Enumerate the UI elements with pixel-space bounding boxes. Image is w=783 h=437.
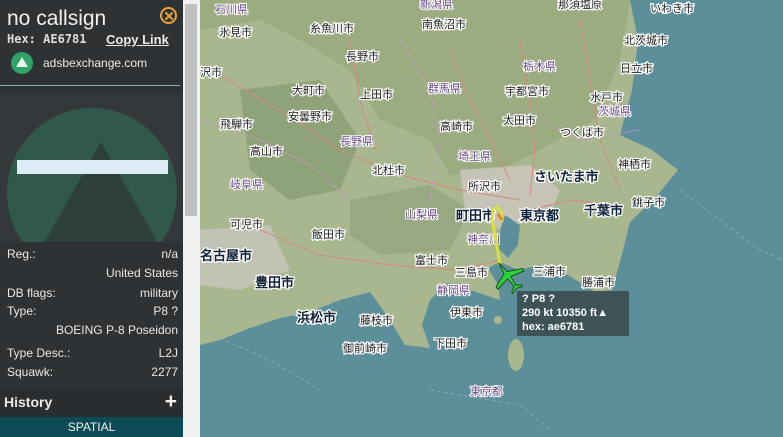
- svg-text:可児市: 可児市: [230, 217, 263, 231]
- svg-text:宇都宮市: 宇都宮市: [505, 84, 549, 98]
- svg-text:高山市: 高山市: [250, 144, 283, 158]
- plane-silhouette-icon: [39, 142, 163, 242]
- type-desc-label: Type Desc.:: [7, 346, 71, 360]
- reg-label: Reg.:: [7, 247, 36, 261]
- callsign-title: no callsign: [7, 7, 107, 30]
- svg-text:高崎市: 高崎市: [440, 119, 473, 133]
- svg-text:下田市: 下田市: [434, 336, 467, 350]
- photo-overlay-bar: [17, 160, 168, 174]
- svg-text:銚子市: 銚子市: [632, 195, 665, 209]
- svg-text:豊田市: 豊田市: [255, 275, 294, 291]
- svg-text:上田市: 上田市: [360, 87, 393, 101]
- squawk-value: 2277: [151, 365, 178, 379]
- svg-text:新潟県: 新潟県: [420, 0, 453, 11]
- country-value: United States: [105, 266, 178, 280]
- svg-text:北茨城市: 北茨城市: [624, 33, 668, 47]
- aircraft-label-speed-alt: 290 kt 10350 ft▲: [522, 307, 609, 319]
- model-row: BOEING P-8 Poseidon: [0, 323, 183, 341]
- svg-text:沢市: 沢市: [200, 65, 222, 79]
- svg-text:御前崎市: 御前崎市: [343, 341, 387, 355]
- svg-text:氷見市: 氷見市: [219, 25, 252, 39]
- svg-text:千葉市: 千葉市: [584, 203, 623, 219]
- svg-text:北杜市: 北杜市: [372, 163, 405, 177]
- svg-text:那須塩原: 那須塩原: [558, 0, 602, 11]
- svg-text:石川県: 石川県: [215, 3, 248, 16]
- aircraft-photo-placeholder: [0, 94, 183, 242]
- squawk-label: Squawk:: [7, 365, 54, 379]
- svg-text:三浦市: 三浦市: [533, 264, 566, 278]
- model-value: BOEING P-8 Poseidon: [55, 323, 178, 337]
- svg-text:茨城県: 茨城県: [598, 104, 631, 118]
- aircraft-map-label[interactable]: ? P8 ? 290 kt 10350 ft▲ hex: ae6781: [517, 291, 629, 336]
- history-section-header[interactable]: History +: [0, 389, 183, 417]
- svg-text:町田市: 町田市: [456, 208, 495, 224]
- db-flags-value: military: [140, 286, 178, 300]
- svg-text:長野市: 長野市: [346, 49, 379, 63]
- svg-text:つくば市: つくば市: [560, 125, 604, 139]
- svg-text:さいたま市: さいたま市: [534, 169, 599, 185]
- db-flags-label: DB flags:: [7, 286, 56, 300]
- svg-text:太田市: 太田市: [503, 113, 536, 127]
- type-label: Type:: [7, 304, 37, 318]
- type-value: P8 ?: [153, 304, 178, 318]
- reg-value: n/a: [161, 247, 178, 261]
- tab-spatial[interactable]: SPATIAL: [0, 417, 183, 437]
- type-desc-value: L2J: [158, 346, 178, 360]
- svg-text:名古屋市: 名古屋市: [200, 248, 252, 264]
- aircraft-label-type: ? P8 ?: [522, 293, 556, 305]
- svg-text:長野県: 長野県: [340, 135, 373, 148]
- svg-text:東京都: 東京都: [520, 208, 559, 224]
- svg-text:いわき市: いわき市: [650, 1, 694, 15]
- svg-text:大町市: 大町市: [292, 83, 325, 97]
- aircraft-info-panel: no callsign Hex: AE6781 Copy Link adsbex…: [0, 0, 183, 437]
- type-desc-row: Type Desc.: L2J: [0, 346, 183, 364]
- svg-text:藤枝市: 藤枝市: [360, 313, 393, 327]
- svg-text:神栖市: 神栖市: [618, 157, 651, 171]
- map-view[interactable]: 石川県 新潟県 那須塩原 いわき市 氷見市 糸魚川市 南魚沼市 北茨城市 沢市 …: [200, 0, 783, 437]
- svg-text:富士市: 富士市: [415, 253, 448, 267]
- db-flags-row: DB flags: military: [0, 286, 183, 304]
- svg-text:浜松市: 浜松市: [297, 310, 336, 326]
- plus-icon[interactable]: +: [165, 390, 177, 414]
- svg-text:栃木県: 栃木県: [523, 59, 556, 73]
- type-row: Type: P8 ?: [0, 304, 183, 322]
- svg-text:日立市: 日立市: [620, 61, 653, 75]
- aircraft-icon[interactable]: [490, 258, 526, 294]
- svg-text:岐阜県: 岐阜県: [230, 178, 263, 191]
- svg-text:三島市: 三島市: [455, 265, 488, 279]
- svg-text:飛騨市: 飛騨市: [220, 117, 253, 131]
- adsbexchange-link[interactable]: adsbexchange.com: [43, 56, 147, 70]
- svg-text:埼玉県: 埼玉県: [458, 149, 491, 163]
- svg-text:南魚沼市: 南魚沼市: [422, 17, 466, 31]
- svg-text:静岡県: 静岡県: [437, 283, 470, 297]
- sidebar-scrollbar[interactable]: [183, 0, 200, 437]
- svg-text:所沢市: 所沢市: [468, 179, 501, 193]
- divider: [0, 85, 180, 86]
- svg-text:糸魚川市: 糸魚川市: [310, 21, 354, 35]
- country-row: United States: [0, 266, 183, 284]
- reg-row: Reg.: n/a: [0, 247, 183, 265]
- hex-code: Hex: AE6781: [7, 32, 87, 46]
- scrollbar-thumb[interactable]: [185, 4, 197, 216]
- copy-link[interactable]: Copy Link: [106, 32, 169, 47]
- svg-text:勝浦市: 勝浦市: [582, 275, 615, 289]
- map-tiles[interactable]: 石川県 新潟県 那須塩原 いわき市 氷見市 糸魚川市 南魚沼市 北茨城市 沢市 …: [200, 0, 783, 437]
- svg-text:山梨県: 山梨県: [405, 207, 438, 221]
- svg-text:群馬県: 群馬県: [428, 81, 461, 95]
- svg-text:飯田市: 飯田市: [312, 227, 345, 241]
- close-icon[interactable]: [160, 7, 177, 24]
- adsbexchange-logo-icon[interactable]: [11, 52, 33, 74]
- svg-text:水戸市: 水戸市: [590, 90, 623, 104]
- history-label: History: [4, 394, 53, 410]
- aircraft-label-hex: hex: ae6781: [522, 321, 585, 333]
- svg-text:伊東市: 伊東市: [450, 305, 483, 319]
- svg-text:東京都: 東京都: [470, 384, 503, 398]
- squawk-row: Squawk: 2277: [0, 365, 183, 383]
- svg-text:安曇野市: 安曇野市: [288, 109, 332, 123]
